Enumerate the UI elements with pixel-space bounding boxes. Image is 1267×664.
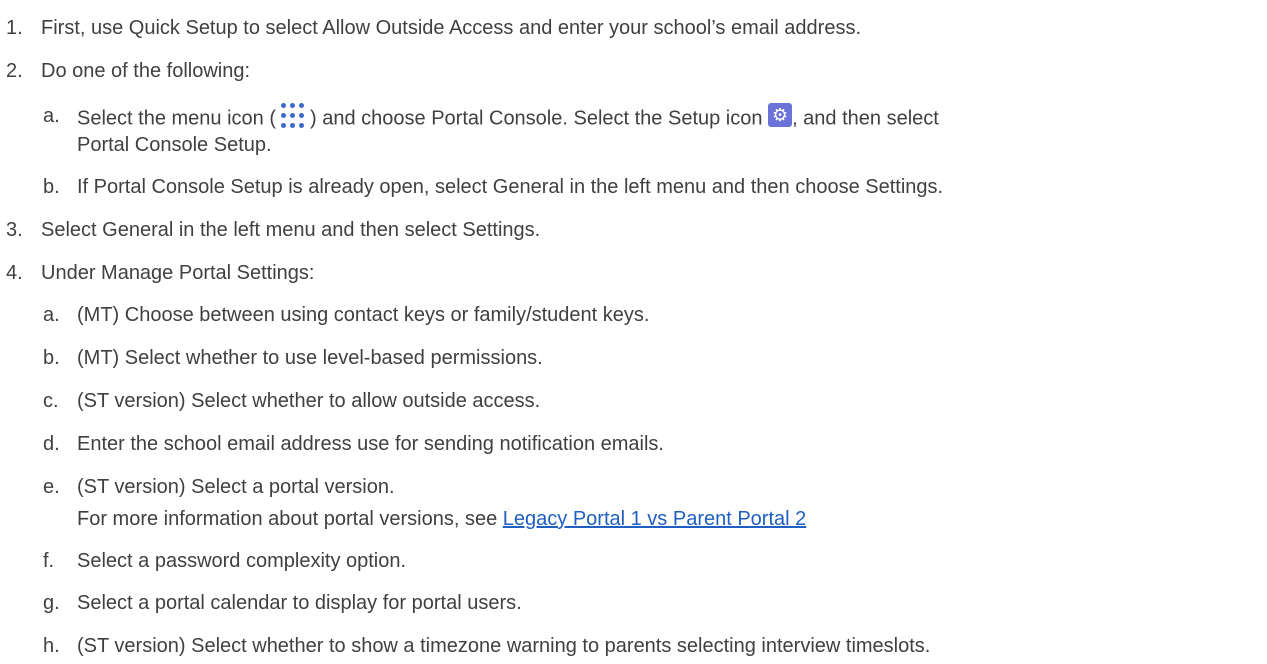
substep-text: Select the menu icon ( ) and choose Port… — [77, 101, 939, 134]
substep-text: (ST version) Select whether to show a ti… — [77, 635, 931, 657]
substep-letter: b. — [43, 347, 60, 369]
text-segment: ) and choose Portal Console. Select the … — [310, 107, 769, 130]
substep-text: Enter the school email address use for s… — [77, 433, 664, 455]
substep-letter: a. — [43, 304, 60, 326]
substep-text: (ST version) Select a portal version. — [77, 476, 395, 498]
substep-text: Select a portal calendar to display for … — [77, 592, 522, 614]
text-segment: For more information about portal versio… — [77, 508, 503, 530]
substep-text: (MT) Select whether to use level-based p… — [77, 347, 543, 369]
step-text: Do one of the following: — [41, 60, 251, 82]
substep-letter: e. — [43, 476, 60, 498]
substep-letter: f. — [43, 550, 55, 572]
substep-letter: c. — [43, 390, 59, 412]
substep-letter: b. — [43, 176, 60, 198]
step-number: 4. — [6, 262, 23, 284]
substep-letter: g. — [43, 592, 60, 614]
substep-text: For more information about portal versio… — [77, 507, 806, 531]
text-segment: , and then select — [792, 107, 939, 130]
step-number: 1. — [6, 17, 23, 39]
text-segment: Select the menu icon ( — [77, 107, 276, 130]
legacy-portal-link[interactable]: Legacy Portal 1 vs Parent Portal 2 — [503, 508, 807, 530]
substep-text: Select a password complexity option. — [77, 550, 407, 572]
step-text: First, use Quick Setup to select Allow O… — [41, 17, 862, 39]
step-number: 2. — [6, 60, 23, 82]
substep-letter: d. — [43, 433, 60, 455]
step-text: Select General in the left menu and then… — [41, 219, 541, 241]
substep-text: (ST version) Select whether to allow out… — [77, 390, 541, 412]
step-number: 3. — [6, 219, 23, 241]
substep-letter: h. — [43, 635, 60, 657]
substep-text: If Portal Console Setup is already open,… — [77, 176, 944, 198]
menu-dots-icon — [276, 101, 310, 131]
substep-text: (MT) Choose between using contact keys o… — [77, 304, 650, 326]
step-text: Under Manage Portal Settings: — [41, 262, 315, 284]
substep-letter: a. — [43, 105, 60, 127]
substep-text: Portal Console Setup. — [77, 134, 272, 156]
setup-gear-icon: ⚙ — [768, 103, 793, 127]
